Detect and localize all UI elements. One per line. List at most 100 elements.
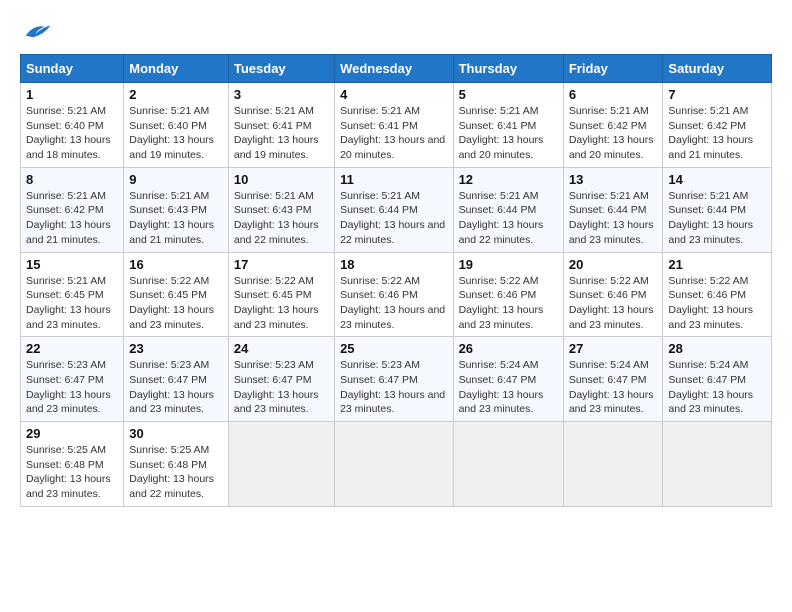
day-number: 15 [26, 257, 118, 272]
calendar-week-4: 22 Sunrise: 5:23 AM Sunset: 6:47 PM Dayl… [21, 337, 772, 422]
calendar-cell: 26 Sunrise: 5:24 AM Sunset: 6:47 PM Dayl… [453, 337, 563, 422]
day-number: 14 [668, 172, 766, 187]
calendar-cell: 18 Sunrise: 5:22 AM Sunset: 6:46 PM Dayl… [335, 252, 453, 337]
day-info: Sunrise: 5:22 AM Sunset: 6:45 PM Dayligh… [129, 274, 223, 333]
weekday-header-sunday: Sunday [21, 55, 124, 83]
day-info: Sunrise: 5:21 AM Sunset: 6:43 PM Dayligh… [234, 189, 329, 248]
logo [20, 20, 52, 44]
calendar-week-1: 1 Sunrise: 5:21 AM Sunset: 6:40 PM Dayli… [21, 83, 772, 168]
day-info: Sunrise: 5:21 AM Sunset: 6:44 PM Dayligh… [459, 189, 558, 248]
calendar-cell [335, 422, 453, 507]
day-info: Sunrise: 5:21 AM Sunset: 6:42 PM Dayligh… [668, 104, 766, 163]
calendar-cell: 2 Sunrise: 5:21 AM Sunset: 6:40 PM Dayli… [124, 83, 229, 168]
day-info: Sunrise: 5:22 AM Sunset: 6:45 PM Dayligh… [234, 274, 329, 333]
day-info: Sunrise: 5:21 AM Sunset: 6:44 PM Dayligh… [668, 189, 766, 248]
day-info: Sunrise: 5:22 AM Sunset: 6:46 PM Dayligh… [340, 274, 447, 333]
day-info: Sunrise: 5:21 AM Sunset: 6:40 PM Dayligh… [26, 104, 118, 163]
day-info: Sunrise: 5:21 AM Sunset: 6:42 PM Dayligh… [26, 189, 118, 248]
weekday-header-wednesday: Wednesday [335, 55, 453, 83]
day-number: 8 [26, 172, 118, 187]
calendar-cell: 20 Sunrise: 5:22 AM Sunset: 6:46 PM Dayl… [563, 252, 663, 337]
day-number: 26 [459, 341, 558, 356]
day-info: Sunrise: 5:24 AM Sunset: 6:47 PM Dayligh… [459, 358, 558, 417]
day-number: 22 [26, 341, 118, 356]
day-number: 20 [569, 257, 658, 272]
day-info: Sunrise: 5:21 AM Sunset: 6:45 PM Dayligh… [26, 274, 118, 333]
calendar-cell [563, 422, 663, 507]
calendar-cell: 9 Sunrise: 5:21 AM Sunset: 6:43 PM Dayli… [124, 167, 229, 252]
weekday-header-saturday: Saturday [663, 55, 772, 83]
day-info: Sunrise: 5:23 AM Sunset: 6:47 PM Dayligh… [26, 358, 118, 417]
calendar-cell: 28 Sunrise: 5:24 AM Sunset: 6:47 PM Dayl… [663, 337, 772, 422]
calendar-cell: 25 Sunrise: 5:23 AM Sunset: 6:47 PM Dayl… [335, 337, 453, 422]
calendar-cell: 12 Sunrise: 5:21 AM Sunset: 6:44 PM Dayl… [453, 167, 563, 252]
day-number: 5 [459, 87, 558, 102]
calendar-cell: 10 Sunrise: 5:21 AM Sunset: 6:43 PM Dayl… [228, 167, 334, 252]
day-number: 13 [569, 172, 658, 187]
day-number: 21 [668, 257, 766, 272]
day-number: 23 [129, 341, 223, 356]
day-number: 9 [129, 172, 223, 187]
page-header [20, 20, 772, 44]
calendar-cell: 3 Sunrise: 5:21 AM Sunset: 6:41 PM Dayli… [228, 83, 334, 168]
calendar-cell: 1 Sunrise: 5:21 AM Sunset: 6:40 PM Dayli… [21, 83, 124, 168]
day-number: 6 [569, 87, 658, 102]
calendar-week-2: 8 Sunrise: 5:21 AM Sunset: 6:42 PM Dayli… [21, 167, 772, 252]
weekday-header-thursday: Thursday [453, 55, 563, 83]
calendar-week-3: 15 Sunrise: 5:21 AM Sunset: 6:45 PM Dayl… [21, 252, 772, 337]
calendar-cell: 27 Sunrise: 5:24 AM Sunset: 6:47 PM Dayl… [563, 337, 663, 422]
weekday-header-monday: Monday [124, 55, 229, 83]
day-info: Sunrise: 5:23 AM Sunset: 6:47 PM Dayligh… [234, 358, 329, 417]
day-number: 27 [569, 341, 658, 356]
calendar-cell: 16 Sunrise: 5:22 AM Sunset: 6:45 PM Dayl… [124, 252, 229, 337]
day-number: 1 [26, 87, 118, 102]
day-number: 17 [234, 257, 329, 272]
calendar-cell: 21 Sunrise: 5:22 AM Sunset: 6:46 PM Dayl… [663, 252, 772, 337]
calendar-cell: 8 Sunrise: 5:21 AM Sunset: 6:42 PM Dayli… [21, 167, 124, 252]
day-info: Sunrise: 5:24 AM Sunset: 6:47 PM Dayligh… [668, 358, 766, 417]
calendar-cell [663, 422, 772, 507]
day-info: Sunrise: 5:22 AM Sunset: 6:46 PM Dayligh… [569, 274, 658, 333]
calendar-cell: 19 Sunrise: 5:22 AM Sunset: 6:46 PM Dayl… [453, 252, 563, 337]
weekday-header-friday: Friday [563, 55, 663, 83]
calendar-cell: 5 Sunrise: 5:21 AM Sunset: 6:41 PM Dayli… [453, 83, 563, 168]
calendar-cell: 30 Sunrise: 5:25 AM Sunset: 6:48 PM Dayl… [124, 422, 229, 507]
day-info: Sunrise: 5:23 AM Sunset: 6:47 PM Dayligh… [129, 358, 223, 417]
calendar-body: 1 Sunrise: 5:21 AM Sunset: 6:40 PM Dayli… [21, 83, 772, 507]
day-number: 11 [340, 172, 447, 187]
calendar-cell: 4 Sunrise: 5:21 AM Sunset: 6:41 PM Dayli… [335, 83, 453, 168]
day-info: Sunrise: 5:21 AM Sunset: 6:42 PM Dayligh… [569, 104, 658, 163]
day-number: 16 [129, 257, 223, 272]
day-info: Sunrise: 5:25 AM Sunset: 6:48 PM Dayligh… [26, 443, 118, 502]
day-info: Sunrise: 5:21 AM Sunset: 6:44 PM Dayligh… [340, 189, 447, 248]
calendar-cell [228, 422, 334, 507]
day-info: Sunrise: 5:21 AM Sunset: 6:41 PM Dayligh… [234, 104, 329, 163]
weekday-header-tuesday: Tuesday [228, 55, 334, 83]
logo-bird-icon [22, 20, 52, 44]
calendar-week-5: 29 Sunrise: 5:25 AM Sunset: 6:48 PM Dayl… [21, 422, 772, 507]
day-number: 12 [459, 172, 558, 187]
calendar-cell: 17 Sunrise: 5:22 AM Sunset: 6:45 PM Dayl… [228, 252, 334, 337]
day-number: 24 [234, 341, 329, 356]
calendar-cell: 6 Sunrise: 5:21 AM Sunset: 6:42 PM Dayli… [563, 83, 663, 168]
day-info: Sunrise: 5:23 AM Sunset: 6:47 PM Dayligh… [340, 358, 447, 417]
day-number: 29 [26, 426, 118, 441]
calendar-cell: 14 Sunrise: 5:21 AM Sunset: 6:44 PM Dayl… [663, 167, 772, 252]
day-info: Sunrise: 5:25 AM Sunset: 6:48 PM Dayligh… [129, 443, 223, 502]
day-number: 3 [234, 87, 329, 102]
day-info: Sunrise: 5:24 AM Sunset: 6:47 PM Dayligh… [569, 358, 658, 417]
day-info: Sunrise: 5:22 AM Sunset: 6:46 PM Dayligh… [668, 274, 766, 333]
calendar-cell [453, 422, 563, 507]
calendar-cell: 13 Sunrise: 5:21 AM Sunset: 6:44 PM Dayl… [563, 167, 663, 252]
day-number: 7 [668, 87, 766, 102]
calendar-cell: 29 Sunrise: 5:25 AM Sunset: 6:48 PM Dayl… [21, 422, 124, 507]
day-number: 28 [668, 341, 766, 356]
weekday-header-row: SundayMondayTuesdayWednesdayThursdayFrid… [21, 55, 772, 83]
calendar-cell: 24 Sunrise: 5:23 AM Sunset: 6:47 PM Dayl… [228, 337, 334, 422]
calendar-cell: 23 Sunrise: 5:23 AM Sunset: 6:47 PM Dayl… [124, 337, 229, 422]
day-number: 30 [129, 426, 223, 441]
day-number: 2 [129, 87, 223, 102]
calendar-cell: 15 Sunrise: 5:21 AM Sunset: 6:45 PM Dayl… [21, 252, 124, 337]
calendar-cell: 11 Sunrise: 5:21 AM Sunset: 6:44 PM Dayl… [335, 167, 453, 252]
day-info: Sunrise: 5:21 AM Sunset: 6:43 PM Dayligh… [129, 189, 223, 248]
